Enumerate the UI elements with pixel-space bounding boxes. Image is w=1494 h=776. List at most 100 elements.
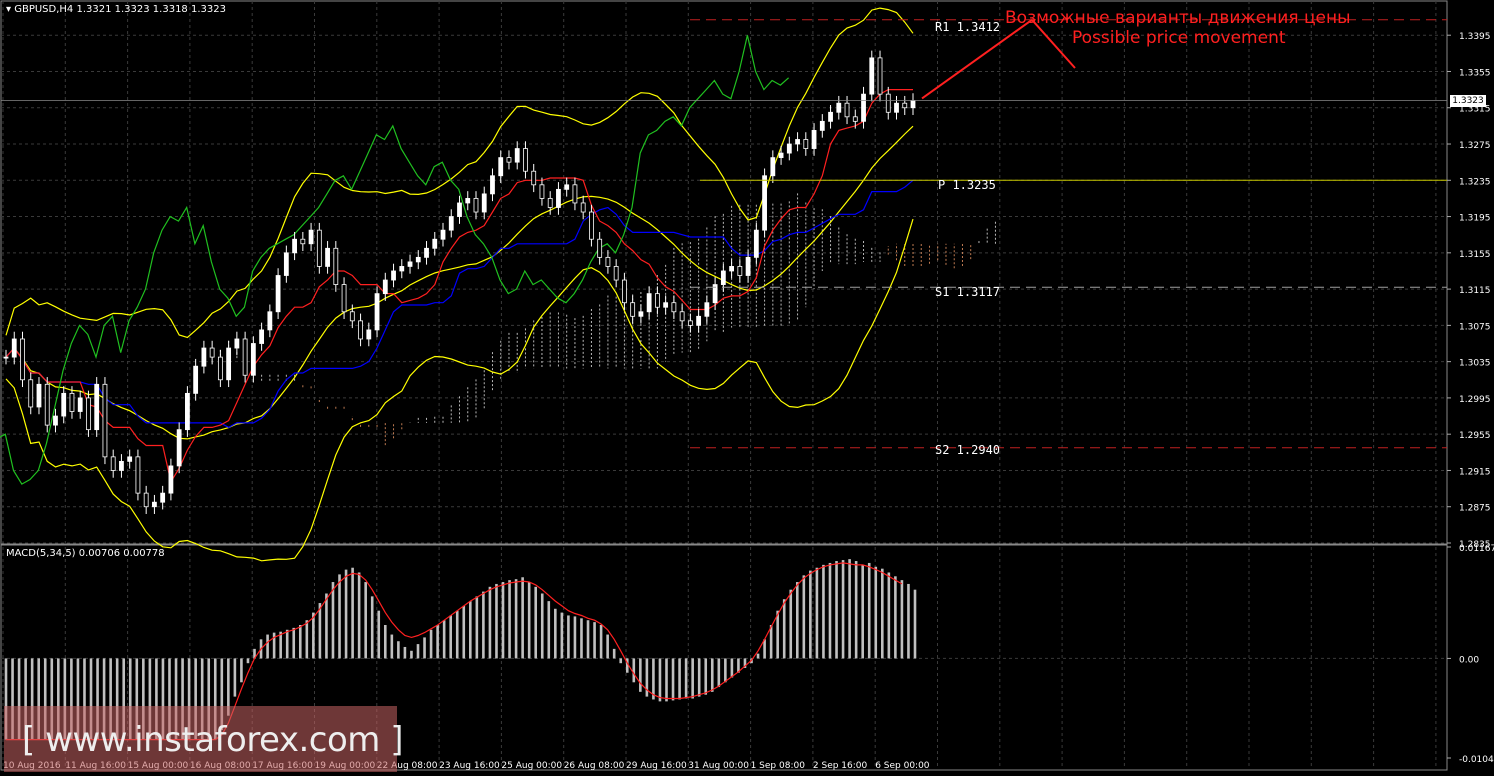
macd-bar	[318, 603, 322, 659]
macd-bar	[776, 610, 779, 659]
y-tick-label: 1.2955	[1459, 431, 1491, 441]
y-tick-label: 1.3035	[1459, 359, 1491, 369]
watermark: [ www.instaforex.com ]	[4, 706, 404, 772]
macd-bar	[809, 570, 812, 659]
macd-bar	[881, 568, 884, 659]
candle-body	[143, 492, 149, 508]
symbol-header: ▾ GBPUSD,H4 1.3321 1.3323 1.3318 1.3323	[6, 4, 226, 15]
candle-body	[77, 397, 83, 412]
macd-bar	[436, 625, 439, 659]
candle-body	[523, 148, 528, 172]
macd-bar	[442, 620, 446, 659]
candle-body	[457, 202, 462, 217]
macd-bar	[540, 593, 544, 659]
candle-body	[374, 293, 380, 331]
macd-bar	[364, 582, 367, 659]
macd-bar	[246, 658, 250, 664]
macd-bar	[455, 610, 459, 659]
candle-body	[36, 383, 42, 408]
chart-canvas: 1.33951.33551.33151.32751.32351.31951.31…	[0, 0, 1494, 771]
candle-body	[564, 184, 570, 190]
candle-body	[729, 266, 734, 272]
macd-bar	[593, 622, 596, 659]
x-tick-label: 1 Sep 08:00	[751, 761, 806, 771]
bollinger-lower	[5, 218, 914, 562]
candle-body	[300, 238, 306, 245]
macd-bar	[567, 615, 570, 659]
candle-body	[349, 311, 355, 322]
candle-body	[217, 356, 223, 381]
macd-bar	[370, 596, 374, 659]
candle-body	[646, 293, 652, 313]
x-tick-label: 31 Aug 00:00	[688, 761, 749, 771]
level-label-s1: S1 1.3117	[935, 285, 1001, 299]
y-tick-label: 1.3275	[1459, 141, 1491, 151]
candle-body	[687, 320, 693, 326]
candle-body	[720, 270, 726, 285]
macd-bar	[894, 576, 897, 659]
macd-bar	[828, 562, 832, 659]
macd-bar	[495, 583, 498, 659]
candle-body	[539, 184, 545, 199]
macd-bar	[802, 575, 806, 659]
macd-bar	[534, 586, 538, 659]
macd-bar	[560, 612, 564, 659]
candle-body	[828, 111, 833, 122]
y-tick-label: 1.3355	[1459, 68, 1491, 78]
macd-bar	[782, 599, 786, 659]
macd-header: MACD(5,34,5) 0.00706 0.00778	[6, 548, 165, 559]
candle-body	[663, 302, 669, 308]
candle-body	[325, 247, 330, 267]
macd-bar	[841, 560, 845, 659]
candle-body	[308, 229, 314, 245]
macd-y-tick-label: 0.00	[1459, 655, 1479, 665]
candle-body	[473, 198, 479, 213]
dropdown-triangle-icon[interactable]: ▾	[6, 4, 11, 15]
candle-body	[333, 247, 339, 285]
candle-body	[490, 175, 495, 195]
y-tick-label: 1.2995	[1459, 395, 1491, 405]
macd-y-tick-label: -0.01043	[1459, 755, 1494, 765]
macd-bar	[573, 616, 577, 659]
candle-body	[358, 320, 363, 340]
y-tick-label: 1.3075	[1459, 322, 1491, 332]
candle-body	[193, 365, 199, 394]
macd-y-tick-label: 0.01167	[1459, 544, 1494, 554]
macd-bar	[403, 646, 407, 659]
candle-body	[836, 102, 842, 113]
y-tick-label: 1.2915	[1459, 467, 1491, 477]
macd-bar	[351, 567, 354, 659]
macd-bar	[704, 658, 708, 695]
macd-bar	[639, 658, 642, 692]
candle-body	[168, 465, 174, 494]
macd-bar	[377, 610, 381, 659]
candle-body	[622, 279, 627, 304]
macd-bar	[292, 627, 296, 659]
candle-body	[753, 229, 759, 258]
candle-body	[259, 329, 265, 344]
macd-bar	[887, 572, 891, 659]
candle-body	[440, 229, 446, 240]
candle-body	[613, 266, 619, 281]
macd-bar	[508, 580, 511, 659]
candle-body	[86, 397, 91, 431]
macd-bar	[691, 658, 694, 699]
macd-bar	[763, 639, 766, 659]
candle-body	[448, 216, 454, 231]
macd-bar	[724, 658, 727, 683]
macd-bar	[488, 586, 492, 659]
macd-bar	[527, 582, 531, 659]
macd-bar	[913, 589, 917, 659]
candle-body	[671, 302, 677, 313]
candle-body	[786, 143, 792, 154]
candle-body	[234, 338, 240, 349]
macd-bar	[854, 561, 858, 659]
candle-body	[341, 284, 347, 313]
candle-body	[556, 188, 561, 208]
y-tick-label: 1.3115	[1459, 286, 1491, 296]
macd-bar	[521, 577, 524, 659]
macd-bar	[606, 634, 609, 659]
y-tick-label: 1.3155	[1459, 250, 1491, 260]
candle-body	[283, 252, 289, 276]
candle-body	[704, 302, 710, 317]
